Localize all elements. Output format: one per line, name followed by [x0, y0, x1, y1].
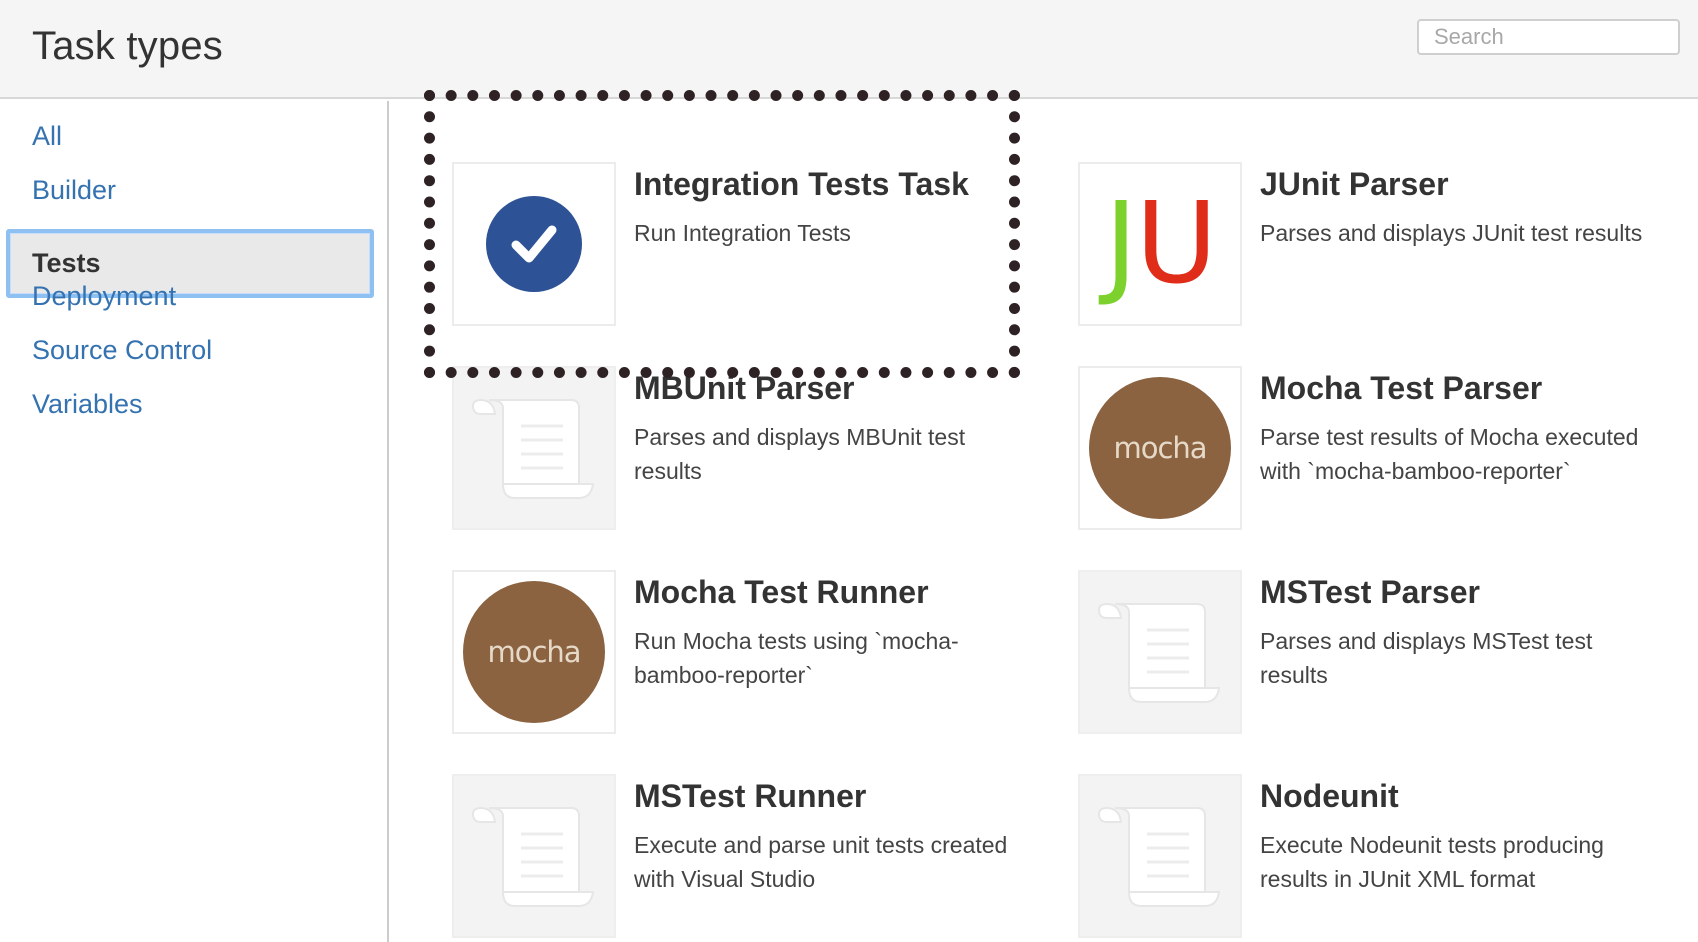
sidebar-item-variables[interactable]: Variables — [32, 389, 143, 420]
task-icon-box — [452, 366, 616, 530]
search-input[interactable] — [1417, 19, 1680, 55]
document-scroll-icon — [1097, 602, 1221, 703]
sidebar-item-all[interactable]: All — [32, 121, 62, 152]
task-description: Parses and displays MBUnit test results — [634, 424, 966, 484]
task-icon-box: JU — [1078, 162, 1242, 326]
task-description: Run Integration Tests — [634, 220, 851, 246]
document-scroll-icon — [471, 398, 595, 499]
checkmark-circle-icon — [486, 196, 582, 292]
task-description: Run Mocha tests using `mocha-bamboo-repo… — [634, 628, 959, 688]
page-header: Task types — [0, 0, 1698, 99]
task-description: Parses and displays MSTest test results — [1260, 628, 1593, 688]
task-icon-box — [1078, 570, 1242, 734]
sidebar-item-source-control[interactable]: Source Control — [32, 335, 212, 366]
task-icon-box — [452, 162, 616, 326]
task-description: Parse test results of Mocha executed wit… — [1260, 424, 1639, 484]
task-tile-junit-parser[interactable]: JU JUnit Parser Parses and displays JUni… — [1078, 162, 1658, 332]
task-name: Nodeunit — [1260, 778, 1399, 814]
task-name: MSTest Parser — [1260, 574, 1480, 610]
task-description: Parses and displays JUnit test results — [1260, 220, 1643, 246]
task-tile-mocha-test-parser[interactable]: mocha Mocha Test Parser Parse test resul… — [1078, 366, 1658, 536]
task-type-sidebar: All Builder Tests Deployment Source Cont… — [0, 101, 389, 942]
sidebar-item-builder[interactable]: Builder — [32, 175, 116, 206]
task-name: Integration Tests Task — [634, 166, 969, 202]
task-icon-box: mocha — [1078, 366, 1242, 530]
task-tile-mstest-runner[interactable]: MSTest Runner Execute and parse unit tes… — [452, 774, 1032, 942]
sidebar-item-deployment[interactable]: Deployment — [32, 281, 176, 312]
task-icon-box — [452, 774, 616, 938]
task-tile-nodeunit[interactable]: Nodeunit Execute Nodeunit tests producin… — [1078, 774, 1658, 942]
task-name: MBUnit Parser — [634, 370, 855, 406]
page-title: Task types — [32, 24, 223, 68]
task-name: Mocha Test Parser — [1260, 370, 1543, 406]
document-scroll-icon — [471, 806, 595, 907]
task-description: Execute and parse unit tests created wit… — [634, 832, 1008, 892]
task-description: Execute Nodeunit tests producing results… — [1260, 832, 1604, 892]
mocha-logo-icon: mocha — [1089, 377, 1231, 519]
junit-logo-icon: JU — [1104, 179, 1217, 309]
document-scroll-icon — [1097, 806, 1221, 907]
mocha-logo-icon: mocha — [463, 581, 605, 723]
task-name: Mocha Test Runner — [634, 574, 929, 610]
task-tile-mocha-test-runner[interactable]: mocha Mocha Test Runner Run Mocha tests … — [452, 570, 1032, 740]
task-name: JUnit Parser — [1260, 166, 1449, 202]
task-tile-mstest-parser[interactable]: MSTest Parser Parses and displays MSTest… — [1078, 570, 1658, 740]
task-icon-box: mocha — [452, 570, 616, 734]
task-tile-integration-tests[interactable]: Integration Tests Task Run Integration T… — [452, 162, 1032, 332]
task-name: MSTest Runner — [634, 778, 867, 814]
task-tile-mbunit-parser[interactable]: MBUnit Parser Parses and displays MBUnit… — [452, 366, 1032, 536]
task-icon-box — [1078, 774, 1242, 938]
